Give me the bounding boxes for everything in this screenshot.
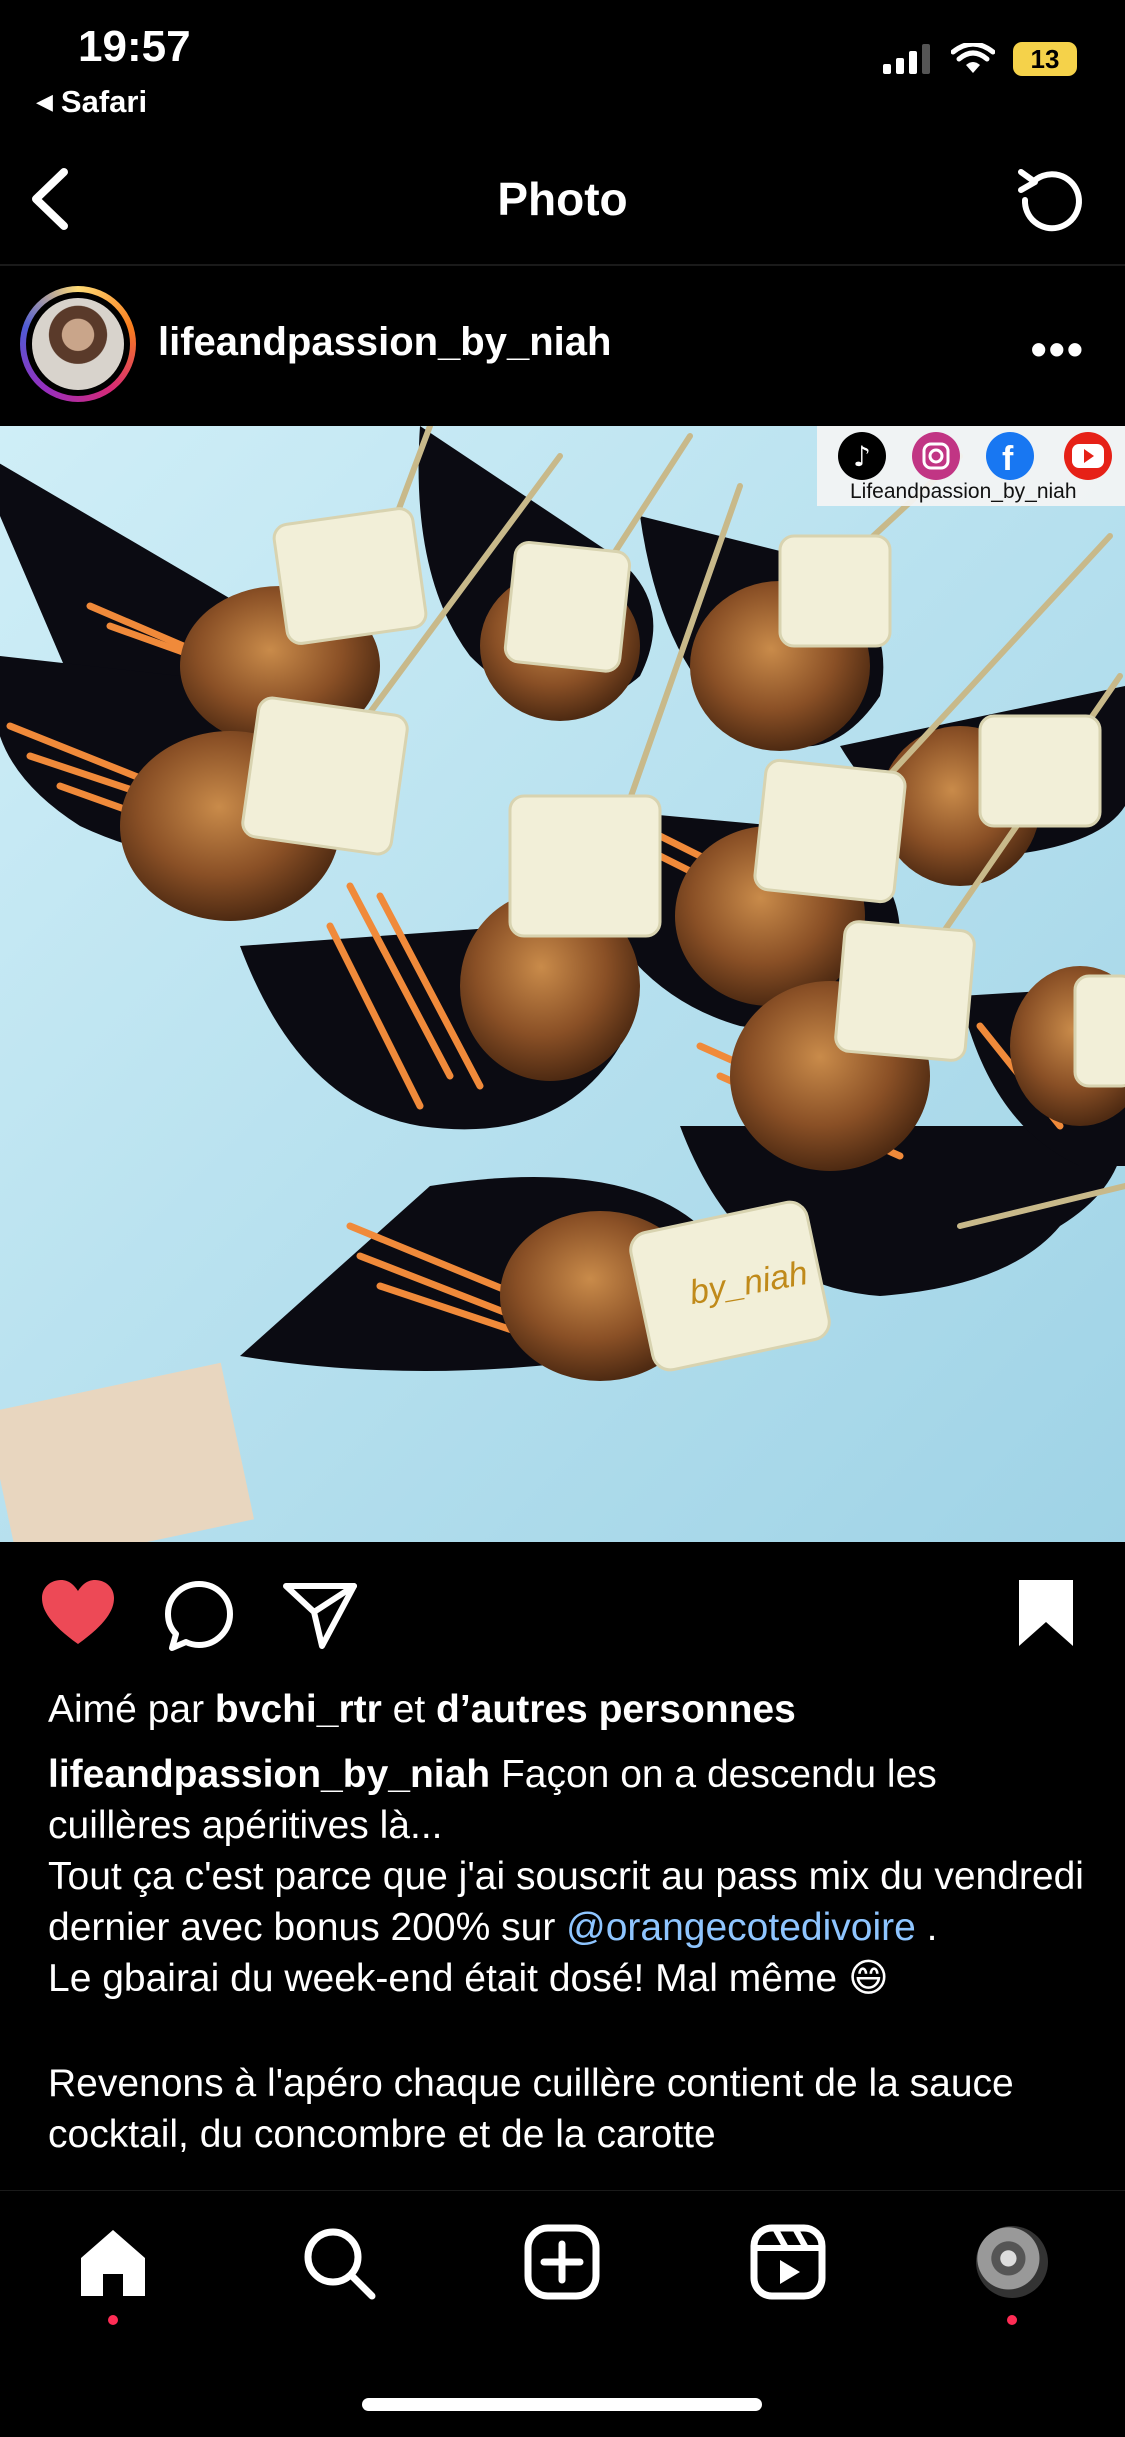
status-time: 19:57	[78, 22, 191, 71]
likes-prefix: Aimé par	[48, 1688, 205, 1731]
search-icon[interactable]	[298, 2222, 378, 2302]
food-photo-illustration: by_niah ♪ f Lifeandpassion_by_niah	[0, 426, 1125, 1542]
caption-line-3: Le gbairai du week-end était dosé! Mal m…	[48, 1957, 889, 2000]
profile-avatar[interactable]	[976, 2226, 1048, 2298]
back-app-label: Safari	[60, 84, 148, 119]
caption-text-2-end: .	[915, 1906, 938, 1949]
likes-others-link[interactable]: d’autres personnes	[436, 1688, 796, 1731]
caption-line-1: lifeandpassion_by_niah Façon on a descen…	[48, 1749, 1088, 1851]
svg-text:♪: ♪	[853, 440, 871, 473]
caption-line-4: Revenons à l'apéro chaque cuillère conti…	[48, 2062, 1014, 2156]
reels-icon[interactable]	[748, 2222, 828, 2302]
instagram-icon	[912, 432, 960, 480]
caption-mention[interactable]: @orangecotedivoire	[566, 1906, 916, 1949]
bookmark-icon[interactable]	[1015, 1578, 1077, 1648]
battery-icon: 13	[1013, 42, 1077, 76]
avatar[interactable]	[32, 298, 124, 390]
likes-middle: et	[392, 1688, 426, 1731]
caption-line-2: Tout ça c'est parce que j'ai souscrit au…	[48, 1851, 1088, 1953]
cellular-signal-icon	[883, 44, 930, 74]
post-username[interactable]: lifeandpassion_by_niah	[158, 320, 611, 365]
more-options-icon[interactable]: •••	[1031, 322, 1085, 376]
home-icon[interactable]	[73, 2222, 153, 2302]
wifi-icon	[951, 43, 995, 73]
back-to-app-link[interactable]: ◀ Safari	[36, 84, 147, 120]
back-triangle-icon: ◀	[36, 89, 53, 114]
caption-author[interactable]: lifeandpassion_by_niah	[48, 1753, 490, 1796]
likes-line: Aimé par bvchi_rtr et d’autres personnes	[48, 1684, 1088, 1735]
heart-icon[interactable]	[40, 1578, 116, 1648]
refresh-icon[interactable]	[1011, 160, 1087, 236]
liker-username[interactable]: bvchi_rtr	[215, 1688, 382, 1731]
post-caption: Aimé par bvchi_rtr et d’autres personnes…	[48, 1684, 1088, 2160]
home-indicator	[362, 2398, 762, 2411]
page-title: Photo	[497, 173, 628, 225]
status-icons: 13	[883, 42, 1077, 76]
post-photo[interactable]: by_niah ♪ f Lifeandpassion_by_niah	[0, 426, 1125, 1542]
battery-level: 13	[1030, 43, 1060, 74]
nav-divider	[0, 264, 1125, 266]
profile-notification-dot	[1007, 2315, 1017, 2325]
share-icon[interactable]	[282, 1578, 358, 1650]
watermark-handle: Lifeandpassion_by_niah	[850, 480, 1077, 503]
comment-icon[interactable]	[162, 1578, 236, 1652]
new-post-icon[interactable]	[522, 2222, 602, 2302]
home-notification-dot	[108, 2315, 118, 2325]
social-watermark: ♪ f Lifeandpassion_by_niah	[817, 426, 1125, 506]
svg-text:f: f	[1002, 440, 1014, 478]
